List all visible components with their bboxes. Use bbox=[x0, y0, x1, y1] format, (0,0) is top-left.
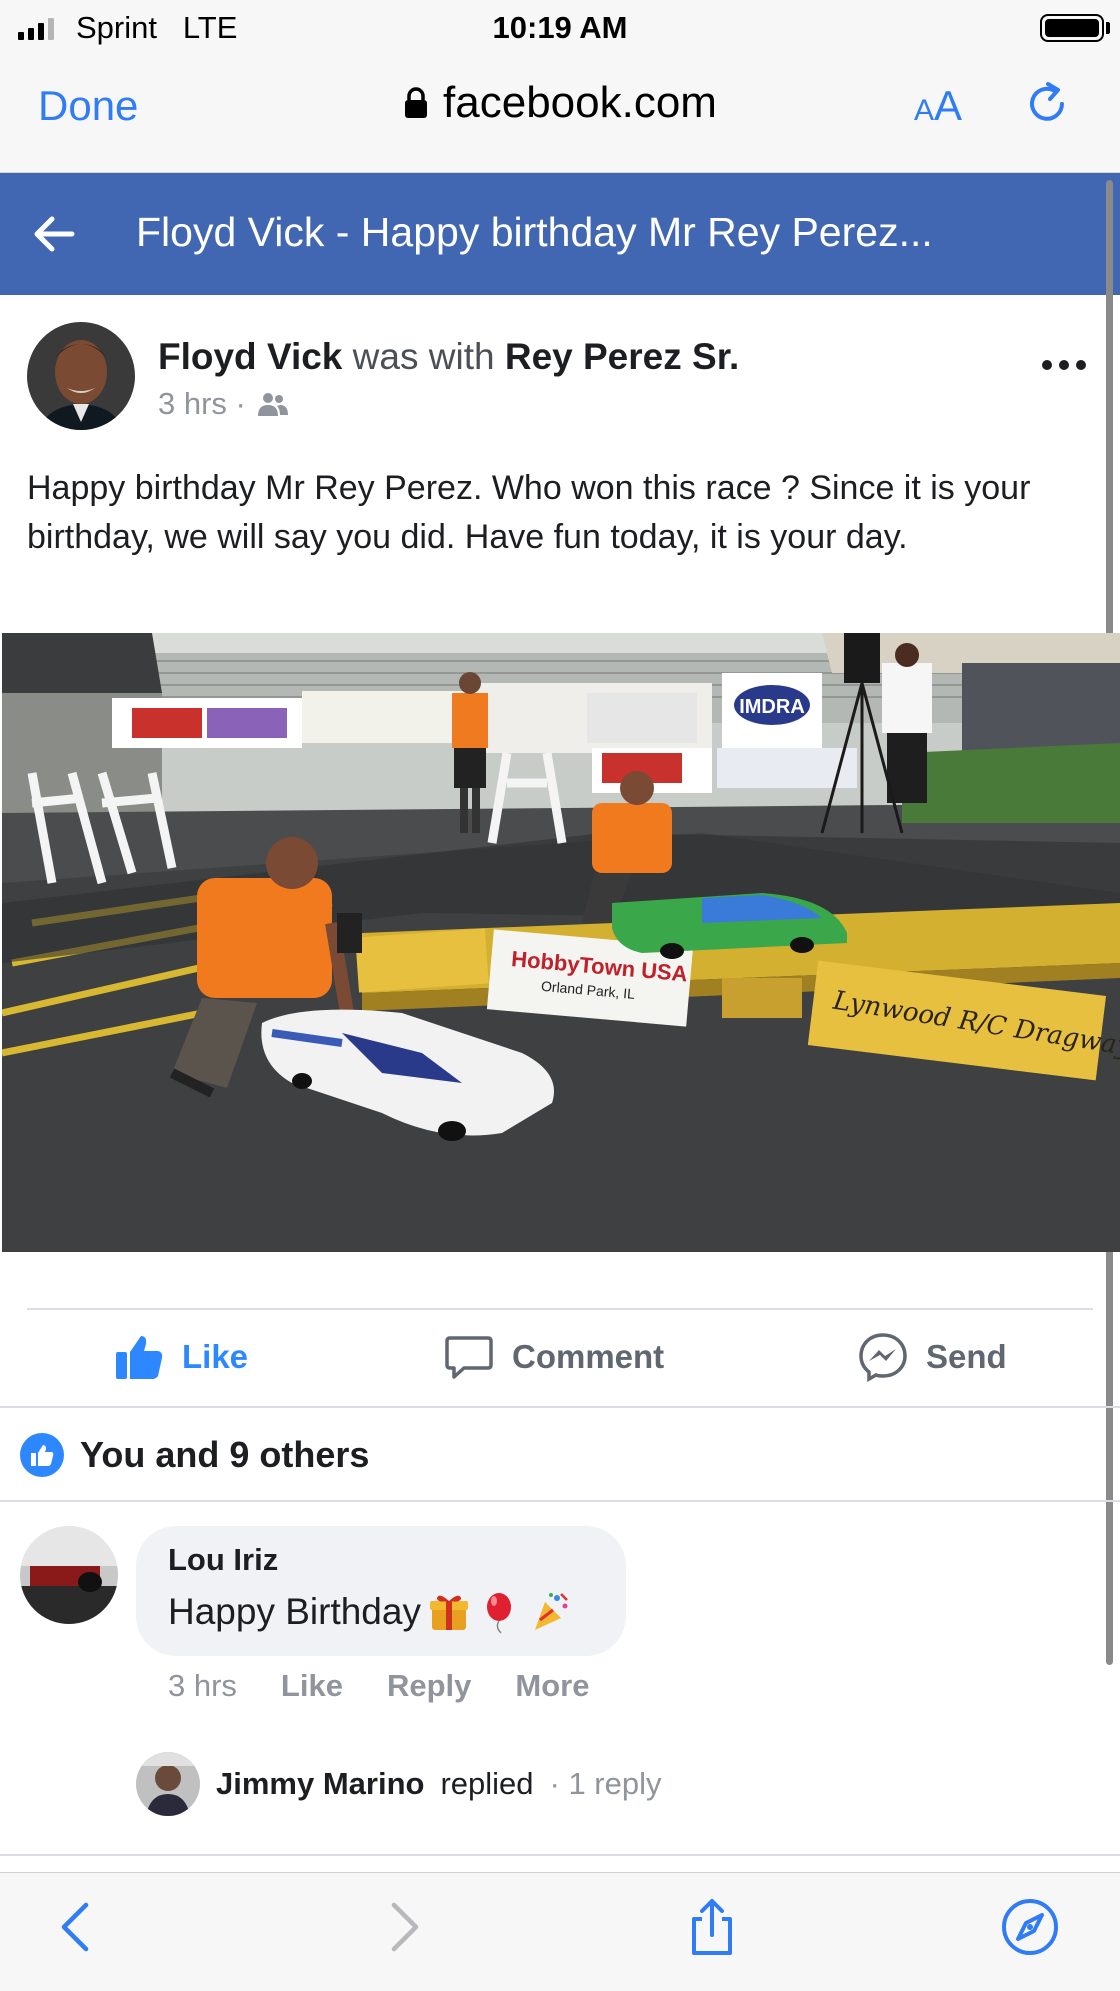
share-icon[interactable] bbox=[682, 1897, 742, 1957]
confetti-icon bbox=[534, 1593, 568, 1630]
battery-cap bbox=[1106, 22, 1110, 34]
messenger-icon bbox=[859, 1333, 907, 1382]
author-avatar[interactable] bbox=[27, 322, 135, 430]
post-photo[interactable]: IMDRA HobbyTown USA Orland Park, IL Lynw… bbox=[2, 633, 1120, 1252]
commenter-avatar[interactable] bbox=[20, 1526, 118, 1624]
browser-toolbar bbox=[0, 1872, 1120, 1991]
text-size-button[interactable]: AA bbox=[914, 82, 962, 130]
post-text: Happy birthday Mr Rey Perez. Who won thi… bbox=[27, 469, 1031, 556]
text-size-large-label: A bbox=[934, 82, 963, 129]
page-title: Floyd Vick - Happy birthday Mr Rey Perez… bbox=[136, 209, 933, 255]
back-icon[interactable] bbox=[48, 1897, 108, 1957]
comment-time[interactable]: 3 hrs bbox=[168, 1668, 237, 1704]
browser-top-bar: Done facebook.com AA bbox=[0, 56, 1120, 173]
post-time[interactable]: 3 hrs · bbox=[158, 386, 246, 422]
send-button[interactable]: Send bbox=[858, 1332, 1007, 1382]
lock-icon bbox=[405, 87, 428, 118]
comment-bubble: Lou Iriz Happy Birthday bbox=[136, 1526, 626, 1656]
url-text: facebook.com bbox=[443, 78, 717, 127]
replied-text: replied bbox=[440, 1766, 534, 1801]
friends-icon bbox=[257, 393, 288, 416]
send-label: Send bbox=[926, 1338, 1007, 1375]
like-label: Like bbox=[182, 1338, 249, 1375]
battery-icon bbox=[1040, 14, 1104, 42]
divider bbox=[27, 1308, 1093, 1310]
safari-compass-icon[interactable] bbox=[1000, 1897, 1060, 1957]
balloon-icon bbox=[486, 1593, 511, 1634]
replier-name: Jimmy Marino bbox=[216, 1766, 425, 1801]
post-meta: 3 hrs · bbox=[158, 386, 290, 422]
post-author-line: Floyd Vick was with Rey Perez Sr. bbox=[158, 336, 739, 378]
more-options-icon[interactable] bbox=[1036, 354, 1092, 376]
back-arrow-icon[interactable] bbox=[30, 211, 76, 257]
imdra-sign-text: IMDRA bbox=[739, 696, 805, 718]
reload-icon[interactable] bbox=[1024, 80, 1072, 128]
forward-icon[interactable] bbox=[372, 1897, 432, 1957]
thumbs-up-icon bbox=[116, 1336, 163, 1379]
status-bar: Sprint LTE 10:19 AM bbox=[0, 0, 1120, 56]
comment-reply-button[interactable]: Reply bbox=[387, 1668, 471, 1704]
like-button[interactable]: Like bbox=[114, 1332, 248, 1382]
facebook-header: Floyd Vick - Happy birthday Mr Rey Perez… bbox=[0, 173, 1120, 295]
comment-icon bbox=[445, 1336, 493, 1379]
status-time: 10:19 AM bbox=[492, 10, 628, 45]
reactions-text: You and 9 others bbox=[80, 1434, 370, 1475]
reply-count: · 1 reply bbox=[549, 1766, 662, 1801]
text-size-small-label: A bbox=[914, 94, 935, 127]
comment-label: Comment bbox=[512, 1338, 665, 1375]
divider bbox=[0, 1854, 1120, 1856]
comment-more-button[interactable]: More bbox=[515, 1668, 589, 1704]
with-text: was with bbox=[352, 336, 495, 377]
author-name[interactable]: Floyd Vick bbox=[158, 336, 342, 377]
comment-button[interactable]: Comment bbox=[444, 1332, 664, 1382]
reactions-summary[interactable]: You and 9 others bbox=[20, 1433, 369, 1477]
commenter-name[interactable]: Lou Iriz bbox=[168, 1542, 594, 1578]
like-reaction-icon bbox=[20, 1433, 64, 1477]
divider bbox=[0, 1406, 1120, 1408]
divider bbox=[0, 1500, 1120, 1502]
view-replies[interactable]: Jimmy Marino replied · 1 reply bbox=[136, 1752, 662, 1816]
gift-icon bbox=[429, 1595, 468, 1630]
comment-text: Happy Birthday bbox=[168, 1591, 421, 1632]
tagged-person[interactable]: Rey Perez Sr. bbox=[505, 336, 739, 377]
comment-text-row: Happy Birthday bbox=[168, 1590, 594, 1634]
comment-actions: 3 hrs Like Reply More bbox=[168, 1668, 589, 1704]
replier-avatar bbox=[136, 1752, 200, 1816]
comment-like-button[interactable]: Like bbox=[281, 1668, 343, 1704]
